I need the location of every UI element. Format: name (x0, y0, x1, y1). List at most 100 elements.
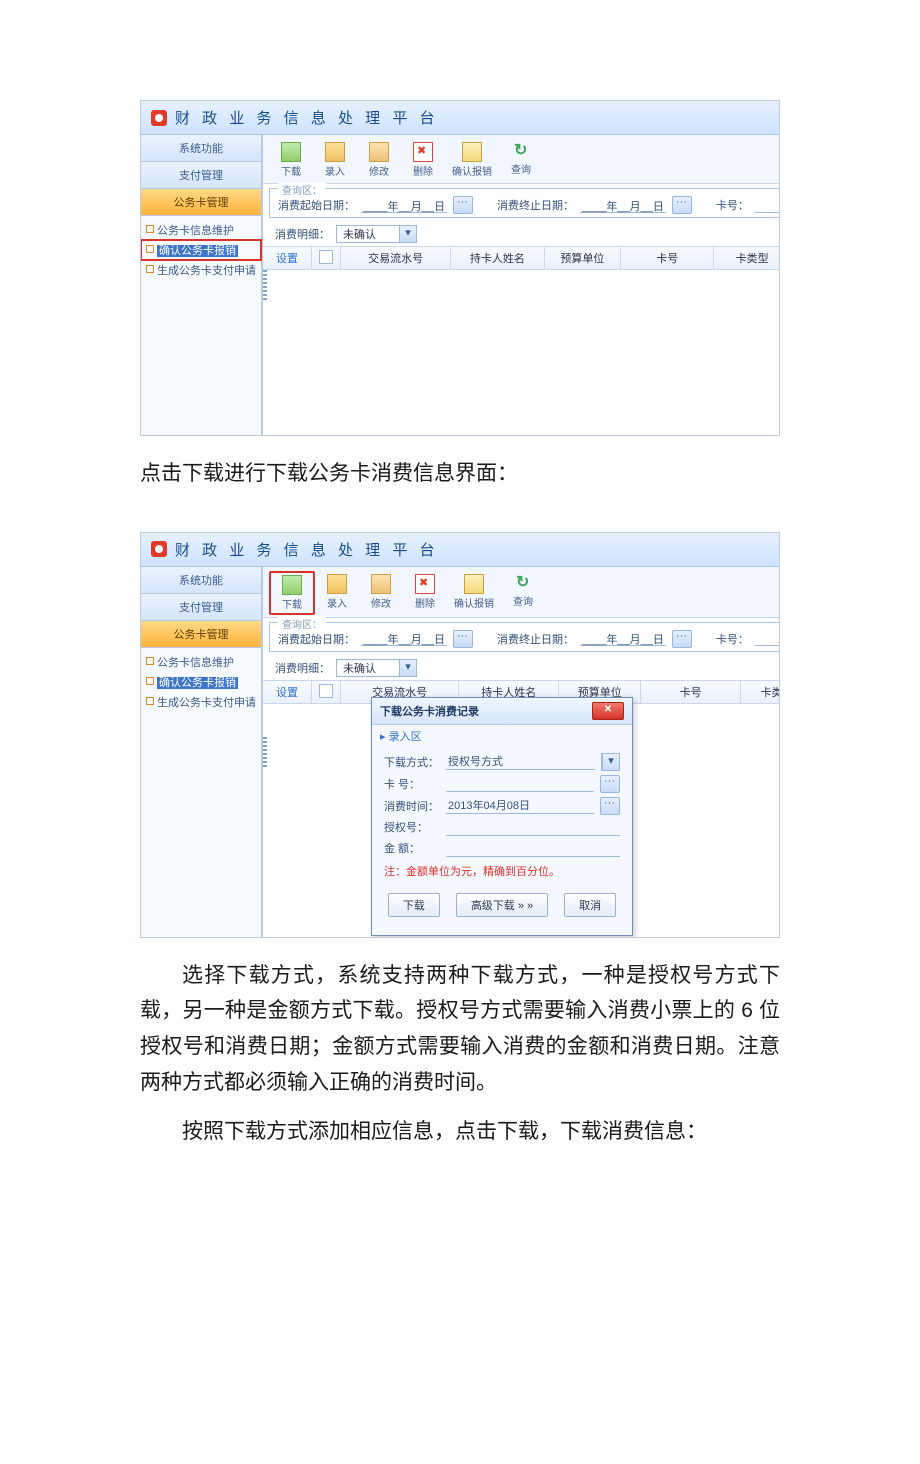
screenshot-1: 财 政 业 务 信 息 处 理 平 台 系统功能 支付管理 公务卡管理 公务卡信… (140, 100, 780, 436)
paragraph-1: 点击下载进行下载公务卡消费信息界面： (140, 456, 780, 492)
download-button[interactable]: 下载 (269, 571, 315, 615)
dialog-cancel-button[interactable]: 取消 (564, 893, 616, 917)
delete-icon (413, 142, 433, 162)
grid-body-empty (263, 270, 780, 435)
detail-label: 消费明细： (275, 226, 330, 242)
grid-col-card: 卡号 (641, 681, 741, 703)
app-logo-icon (151, 110, 167, 126)
checkbox-icon (319, 250, 333, 264)
nav-section-payment[interactable]: 支付管理 (141, 594, 261, 621)
close-button[interactable]: ✕ (592, 702, 624, 720)
sidebar-item-card-info[interactable]: 公务卡信息维护 (141, 652, 261, 672)
grid-checkbox-col[interactable] (312, 681, 341, 703)
card-picker-icon[interactable] (600, 775, 620, 793)
delete-button[interactable]: 删除 (401, 139, 445, 181)
confirm-button[interactable]: 确认报销 (445, 139, 499, 181)
dialog-advanced-button[interactable]: 高级下载 » » (456, 893, 548, 917)
window-titlebar: 财 政 业 务 信 息 处 理 平 台 (141, 101, 779, 135)
detail-combo[interactable]: 未确认 ▾ (336, 225, 417, 243)
sidebar-item-confirm-reimburse[interactable]: 确认公务卡报销 (141, 672, 261, 692)
dialog-title-text: 下载公务卡消费记录 (380, 703, 479, 719)
refresh-icon (514, 574, 532, 592)
nav-section-system[interactable]: 系统功能 (141, 135, 261, 162)
start-date-input[interactable]: ____年__月__日 (361, 198, 447, 213)
start-date-picker-icon[interactable] (453, 630, 473, 648)
end-date-picker-icon[interactable] (672, 196, 692, 214)
delete-icon (415, 574, 435, 594)
grid-setting-link[interactable]: 设置 (263, 247, 312, 269)
grid-setting-link[interactable]: 设置 (263, 681, 312, 703)
sidebar-item-confirm-reimburse[interactable]: 确认公务卡报销 (141, 240, 261, 260)
download-icon (281, 142, 301, 162)
chevron-down-icon: ▾ (602, 754, 619, 770)
mode-label: 下载方式： (384, 754, 440, 770)
amount-input[interactable] (446, 840, 620, 857)
query-button[interactable]: 查询 (501, 571, 545, 615)
time-input[interactable]: 2013年04月08日 (446, 797, 594, 814)
splitter[interactable] (262, 567, 263, 937)
end-date-picker-icon[interactable] (672, 630, 692, 648)
splitter[interactable] (262, 135, 263, 435)
main-panel: 下载 录入 修改 删除 确认报销 查询 查询区： 消费起始日期： ____年__… (263, 135, 780, 435)
toolbar: 下载 录入 修改 删除 确认报销 查询 (263, 567, 780, 618)
nav-section-card[interactable]: 公务卡管理 (141, 189, 261, 216)
query-area: 查询区： 消费起始日期： ____年__月__日 消费终止日期： ____年__… (269, 188, 780, 218)
download-button[interactable]: 下载 (269, 139, 313, 181)
time-picker-icon[interactable] (600, 797, 620, 815)
nav-section-card[interactable]: 公务卡管理 (141, 621, 261, 648)
query-area: 查询区： 消费起始日期： ____年__月__日 消费终止日期： ____年__… (269, 622, 780, 652)
paragraph-3: 按照下载方式添加相应信息，点击下载，下载消费信息： (140, 1114, 780, 1150)
detail-combo[interactable]: 未确认 ▾ (336, 659, 417, 677)
end-date-input[interactable]: ____年__月__日 (580, 631, 666, 646)
app-logo-icon (151, 541, 167, 557)
grid-header: 设置 交易流水号 持卡人姓名 预算单位 卡号 卡类型 (263, 246, 780, 270)
confirm-icon (464, 574, 484, 594)
grid-col-type: 卡类型 (714, 247, 780, 269)
confirm-button[interactable]: 确认报销 (447, 571, 501, 615)
end-date-input[interactable]: ____年__月__日 (580, 198, 666, 213)
mode-input[interactable]: 授权号方式 (446, 753, 595, 770)
start-date-input[interactable]: ____年__月__日 (361, 631, 447, 646)
import-button[interactable]: 录入 (313, 139, 357, 181)
dialog-download-button[interactable]: 下载 (388, 893, 440, 917)
edit-icon (369, 142, 389, 162)
card-input[interactable] (446, 775, 594, 792)
import-icon (325, 142, 345, 162)
chevron-down-icon: ▾ (399, 226, 416, 242)
time-label: 消费时间： (384, 798, 440, 814)
sidebar-item-card-info[interactable]: 公务卡信息维护 (141, 220, 261, 240)
auth-label: 授权号： (384, 819, 440, 835)
mode-combo[interactable]: ▾ (601, 753, 620, 771)
import-button[interactable]: 录入 (315, 571, 359, 615)
cardno-input[interactable] (755, 198, 780, 213)
toolbar: 下载 录入 修改 删除 确认报销 查询 (263, 135, 780, 184)
edit-button[interactable]: 修改 (357, 139, 401, 181)
cardno-input[interactable] (755, 631, 780, 646)
import-icon (327, 574, 347, 594)
dialog-titlebar[interactable]: 下载公务卡消费记录 ✕ (372, 698, 632, 725)
sidebar-item-generate-apply[interactable]: 生成公务卡支付申请 (141, 692, 261, 712)
start-date-label: 消费起始日期： (278, 631, 355, 647)
start-date-picker-icon[interactable] (453, 196, 473, 214)
dialog-subtitle: ▸ 录入区 (372, 725, 632, 747)
query-legend: 查询区： (278, 182, 326, 197)
nav-section-payment[interactable]: 支付管理 (141, 162, 261, 189)
grid-col-holder: 持卡人姓名 (451, 247, 544, 269)
start-date-label: 消费起始日期： (278, 197, 355, 213)
app-title: 财 政 业 务 信 息 处 理 平 台 (175, 107, 439, 128)
cardno-label: 卡号： (716, 197, 749, 213)
edit-button[interactable]: 修改 (359, 571, 403, 615)
auth-input[interactable] (446, 819, 620, 836)
card-label: 卡 号： (384, 776, 440, 792)
download-dialog: 下载公务卡消费记录 ✕ ▸ 录入区 下载方式： 授权号方式 ▾ (371, 697, 633, 936)
sidebar-item-generate-apply[interactable]: 生成公务卡支付申请 (141, 260, 261, 280)
grid-col-card: 卡号 (621, 247, 714, 269)
sidebar: 系统功能 支付管理 公务卡管理 公务卡信息维护 确认公务卡报销 生成公务卡支付申… (141, 135, 262, 435)
nav-section-system[interactable]: 系统功能 (141, 567, 261, 594)
delete-button[interactable]: 删除 (403, 571, 447, 615)
grid-col-type2: 卡类别 (741, 681, 780, 703)
grid-checkbox-col[interactable] (312, 247, 341, 269)
app-title: 财 政 业 务 信 息 处 理 平 台 (175, 539, 439, 560)
query-button[interactable]: 查询 (499, 139, 543, 181)
end-date-label: 消费终止日期： (497, 197, 574, 213)
